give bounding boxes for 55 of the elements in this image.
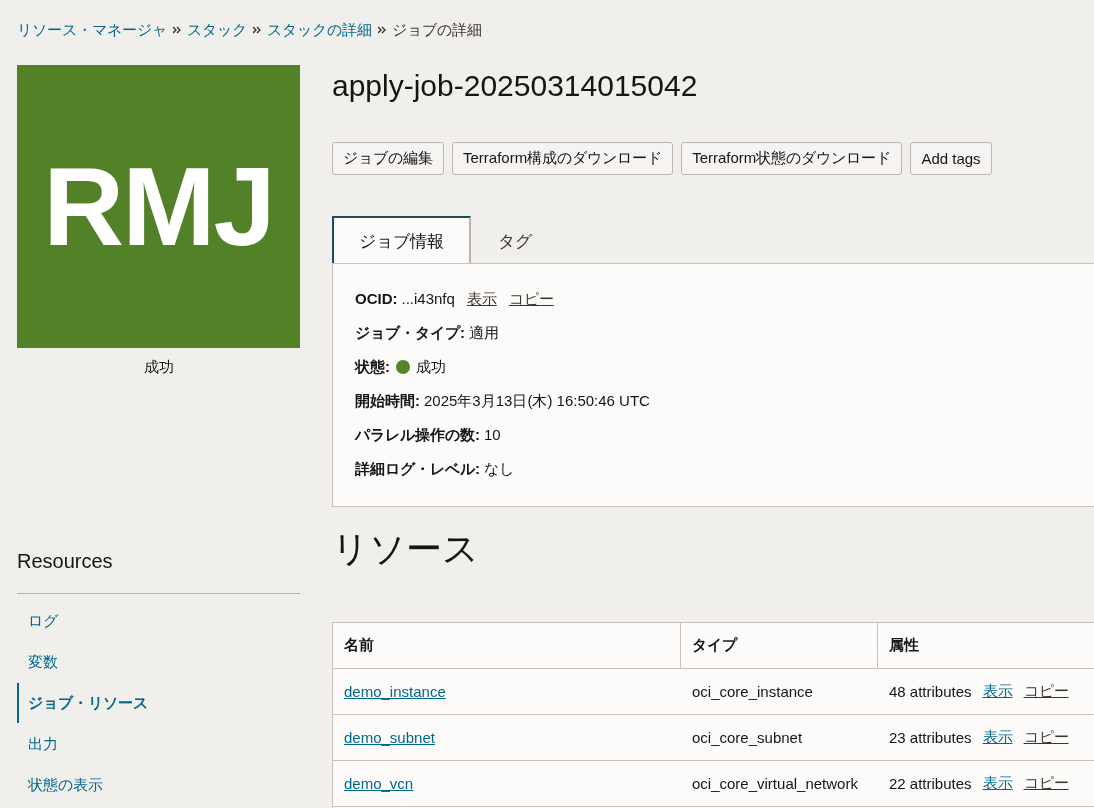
field-value: ...i43nfq bbox=[401, 290, 455, 307]
attribute-count: 23 attributes bbox=[889, 729, 972, 746]
resource-type: oci_core_subnet bbox=[692, 729, 803, 746]
copy-link[interactable]: コピー bbox=[1023, 774, 1069, 793]
sidebar-item[interactable]: ジョブ・リソース bbox=[17, 683, 148, 723]
field-value: 2025年3月13日(木) 16:50:46 UTC bbox=[424, 392, 650, 411]
attribute-count: 48 attributes bbox=[889, 683, 972, 700]
action-button[interactable]: Terraform状態のダウンロード bbox=[681, 142, 903, 175]
field-label: 状態: bbox=[355, 358, 390, 377]
copy-link[interactable]: コピー bbox=[1023, 682, 1069, 701]
view-link[interactable]: 表示 bbox=[982, 774, 1013, 793]
tab[interactable]: タグ bbox=[471, 216, 559, 263]
ocid-link[interactable]: 表示 bbox=[466, 290, 497, 309]
sidebar-item[interactable]: 出力 bbox=[17, 731, 58, 757]
sidebar-item[interactable]: 変数 bbox=[17, 649, 58, 675]
resource-name-link[interactable]: demo_subnet bbox=[344, 729, 435, 746]
sidebar-item[interactable]: 状態の表示 bbox=[17, 772, 103, 798]
tile-logo-text: RMJ bbox=[43, 143, 274, 271]
column-header: 属性 bbox=[889, 636, 919, 655]
resource-type: oci_core_instance bbox=[692, 683, 813, 700]
column-header: タイプ bbox=[692, 636, 737, 655]
field-label: 開始時間: bbox=[355, 392, 420, 411]
resources-heading: Resources bbox=[17, 550, 114, 574]
field-value: なし bbox=[484, 460, 514, 479]
field-value: 適用 bbox=[469, 324, 499, 343]
action-button[interactable]: ジョブの編集 bbox=[332, 142, 444, 175]
section-heading: リソース bbox=[332, 527, 480, 571]
field-value: 10 bbox=[484, 426, 501, 443]
view-link[interactable]: 表示 bbox=[982, 728, 1013, 747]
copy-link[interactable]: コピー bbox=[1023, 728, 1069, 747]
resource-name-link[interactable]: demo_instance bbox=[344, 683, 446, 700]
breadcrumb-link[interactable]: スタックの詳細 bbox=[267, 20, 372, 40]
chevron-icon bbox=[173, 26, 181, 34]
field-label: ジョブ・タイプ: bbox=[355, 324, 465, 343]
tab[interactable]: ジョブ情報 bbox=[332, 216, 471, 263]
tile-status-label: 成功 bbox=[142, 358, 175, 377]
column-header: 名前 bbox=[344, 636, 374, 655]
sidebar-item[interactable]: ログ bbox=[17, 608, 58, 634]
job-title: apply-job-20250314015042 bbox=[332, 69, 699, 104]
breadcrumb-link[interactable]: リソース・マネージャ bbox=[17, 20, 167, 40]
chevron-icon bbox=[253, 26, 261, 34]
ocid-link[interactable]: コピー bbox=[508, 290, 554, 309]
resource-name-link[interactable]: demo_vcn bbox=[344, 775, 414, 792]
breadcrumb-current: ジョブの詳細 bbox=[392, 20, 482, 40]
resource-type: oci_core_virtual_network bbox=[692, 775, 858, 792]
action-button[interactable]: Terraform構成のダウンロード bbox=[452, 142, 674, 175]
action-button[interactable]: Add tags bbox=[910, 142, 992, 175]
attribute-count: 22 attributes bbox=[889, 775, 972, 792]
field-value: 成功 bbox=[416, 358, 446, 377]
field-label: 詳細ログ・レベル: bbox=[355, 460, 480, 479]
view-link[interactable]: 表示 bbox=[982, 682, 1013, 701]
breadcrumb-link[interactable]: スタック bbox=[187, 20, 247, 40]
field-label: パラレル操作の数: bbox=[355, 426, 480, 445]
field-label: OCID: bbox=[355, 290, 398, 307]
chevron-icon bbox=[378, 26, 386, 34]
